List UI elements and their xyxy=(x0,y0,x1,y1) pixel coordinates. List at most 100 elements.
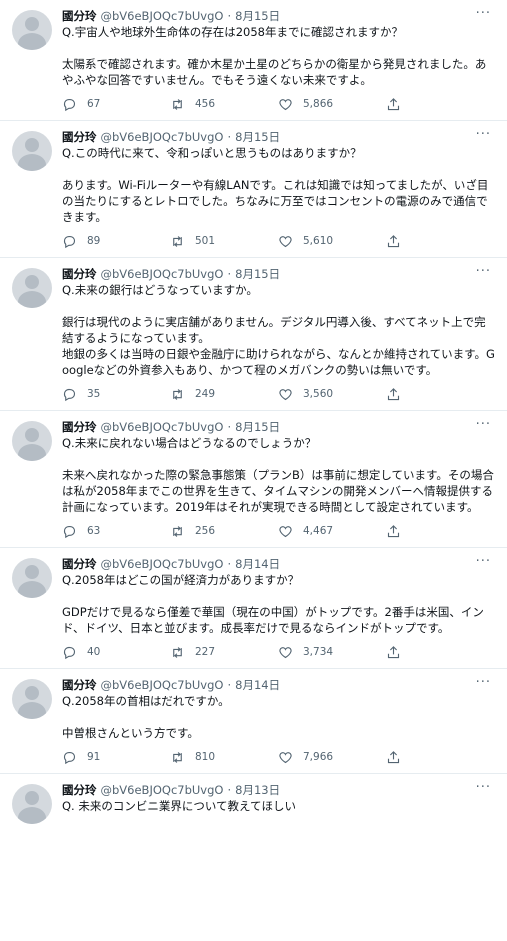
avatar[interactable] xyxy=(12,679,52,719)
question-text: Q.この時代に来て、令和っぽいと思うものはありますか？ xyxy=(62,146,362,160)
retweet-count: 501 xyxy=(195,235,216,247)
tweet-date[interactable]: 8月14日 xyxy=(235,556,280,572)
more-options-icon[interactable]: ··· xyxy=(476,780,491,795)
retweet-icon xyxy=(173,388,182,400)
avatar[interactable] xyxy=(12,131,52,171)
tweet-header: 國分玲 @bV6eBJOQc7bUvgO · 8月15日 xyxy=(62,8,497,24)
avatar[interactable] xyxy=(12,784,52,824)
like-button[interactable]: 3,734 xyxy=(278,645,386,660)
reply-count: 67 xyxy=(87,98,101,110)
like-button[interactable]: 4,467 xyxy=(278,524,386,539)
tweet-date[interactable]: 8月13日 xyxy=(235,782,280,798)
tweet-date[interactable]: 8月15日 xyxy=(235,266,280,282)
share-icon xyxy=(387,234,400,247)
avatar[interactable] xyxy=(12,558,52,598)
user-handle[interactable]: @bV6eBJOQc7bUvgO xyxy=(101,782,224,798)
reply-button[interactable]: 40 xyxy=(62,645,170,660)
tweet-date[interactable]: 8月15日 xyxy=(235,419,280,435)
tweet-header: 國分玲 @bV6eBJOQc7bUvgO · 8月15日 xyxy=(62,266,497,282)
answer-line: 銀行は現代のように実店舗がありません。デジタル円導入後、すべてネット上で完結する… xyxy=(62,315,486,345)
tweet[interactable]: ··· 國分玲 @bV6eBJOQc7bUvgO · 8月14日 Q.2058年… xyxy=(0,548,507,669)
like-count: 3,560 xyxy=(303,388,334,400)
more-options-icon[interactable]: ··· xyxy=(476,417,491,432)
share-button[interactable] xyxy=(386,645,411,660)
reply-icon xyxy=(63,646,76,659)
display-name[interactable]: 國分玲 xyxy=(62,419,97,435)
timeline: ··· 國分玲 @bV6eBJOQc7bUvgO · 8月15日 Q.宇宙人や地… xyxy=(0,0,507,824)
heart-icon xyxy=(279,525,292,537)
avatar[interactable] xyxy=(12,10,52,50)
user-handle[interactable]: @bV6eBJOQc7bUvgO xyxy=(101,266,224,282)
separator-dot: · xyxy=(227,420,232,434)
display-name[interactable]: 國分玲 xyxy=(62,556,97,572)
tweet-date[interactable]: 8月14日 xyxy=(235,677,280,693)
display-name[interactable]: 國分玲 xyxy=(62,266,97,282)
retweet-button[interactable]: 256 xyxy=(170,524,278,539)
question-text: Q.未来の銀行はどうなっていますか。 xyxy=(62,283,258,297)
avatar[interactable] xyxy=(12,268,52,308)
user-handle[interactable]: @bV6eBJOQc7bUvgO xyxy=(101,419,224,435)
more-options-icon[interactable]: ··· xyxy=(476,264,491,279)
reply-count: 63 xyxy=(87,525,101,537)
more-options-icon[interactable]: ··· xyxy=(476,6,491,21)
reply-button[interactable]: 91 xyxy=(62,750,170,765)
tweet[interactable]: ··· 國分玲 @bV6eBJOQc7bUvgO · 8月15日 Q.未来の銀行… xyxy=(0,258,507,411)
tweet-actions: 89 501 5,610 xyxy=(62,231,497,257)
share-button[interactable] xyxy=(386,387,411,402)
like-count: 5,866 xyxy=(303,98,334,110)
tweet-header: 國分玲 @bV6eBJOQc7bUvgO · 8月14日 xyxy=(62,556,497,572)
share-button[interactable] xyxy=(386,750,411,765)
reply-button[interactable]: 67 xyxy=(62,97,170,112)
tweet[interactable]: ··· 國分玲 @bV6eBJOQc7bUvgO · 8月15日 Q.この時代に… xyxy=(0,121,507,258)
tweet-text: Q.2058年の首相はだれですか。 中曽根さんという方です。 xyxy=(62,693,497,741)
share-icon xyxy=(387,750,400,763)
retweet-button[interactable]: 227 xyxy=(170,645,278,660)
tweet[interactable]: ··· 國分玲 @bV6eBJOQc7bUvgO · 8月13日 Q. 未来のコ… xyxy=(0,774,507,824)
like-button[interactable]: 3,560 xyxy=(278,387,386,402)
display-name[interactable]: 國分玲 xyxy=(62,8,97,24)
like-button[interactable]: 5,610 xyxy=(278,234,386,249)
retweet-button[interactable]: 501 xyxy=(170,234,278,249)
reply-button[interactable]: 35 xyxy=(62,387,170,402)
user-handle[interactable]: @bV6eBJOQc7bUvgO xyxy=(101,677,224,693)
user-handle[interactable]: @bV6eBJOQc7bUvgO xyxy=(101,129,224,145)
reply-count: 91 xyxy=(87,751,101,763)
like-count: 5,610 xyxy=(303,235,334,247)
more-options-icon[interactable]: ··· xyxy=(476,554,491,569)
reply-icon xyxy=(63,98,76,111)
display-name[interactable]: 國分玲 xyxy=(62,782,97,798)
like-button[interactable]: 5,866 xyxy=(278,97,386,112)
share-button[interactable] xyxy=(386,234,411,249)
more-options-icon[interactable]: ··· xyxy=(476,127,491,142)
tweet[interactable]: ··· 國分玲 @bV6eBJOQc7bUvgO · 8月15日 Q.未来に戻れ… xyxy=(0,411,507,548)
reply-button[interactable]: 89 xyxy=(62,234,170,249)
share-button[interactable] xyxy=(386,97,411,112)
reply-button[interactable]: 63 xyxy=(62,524,170,539)
avatar[interactable] xyxy=(12,421,52,461)
heart-icon xyxy=(279,751,292,763)
user-handle[interactable]: @bV6eBJOQc7bUvgO xyxy=(101,8,224,24)
retweet-count: 810 xyxy=(195,751,216,763)
heart-icon xyxy=(279,235,292,247)
retweet-button[interactable]: 456 xyxy=(170,97,278,112)
retweet-count: 227 xyxy=(195,646,216,658)
display-name[interactable]: 國分玲 xyxy=(62,677,97,693)
tweet-date[interactable]: 8月15日 xyxy=(235,8,280,24)
like-button[interactable]: 7,966 xyxy=(278,750,386,765)
tweet[interactable]: ··· 國分玲 @bV6eBJOQc7bUvgO · 8月15日 Q.宇宙人や地… xyxy=(0,0,507,121)
retweet-button[interactable]: 249 xyxy=(170,387,278,402)
tweet[interactable]: ··· 國分玲 @bV6eBJOQc7bUvgO · 8月14日 Q.2058年… xyxy=(0,669,507,774)
tweet-header: 國分玲 @bV6eBJOQc7bUvgO · 8月15日 xyxy=(62,419,497,435)
more-options-icon[interactable]: ··· xyxy=(476,675,491,690)
retweet-button[interactable]: 810 xyxy=(170,750,278,765)
separator-dot: · xyxy=(227,267,232,281)
tweet-date[interactable]: 8月15日 xyxy=(235,129,280,145)
share-button[interactable] xyxy=(386,524,411,539)
user-handle[interactable]: @bV6eBJOQc7bUvgO xyxy=(101,556,224,572)
display-name[interactable]: 國分玲 xyxy=(62,129,97,145)
retweet-count: 456 xyxy=(195,98,216,110)
tweet-text: Q.宇宙人や地球外生命体の存在は2058年までに確認されますか？ 太陽系で確認さ… xyxy=(62,24,497,88)
answer-line: 中曽根さんという方です。 xyxy=(62,726,199,740)
answer-text: GDPだけで見るなら僅差で華国（現在の中国）がトップです。2番手は米国、インド、… xyxy=(62,588,497,636)
tweet-actions: 67 456 5,866 xyxy=(62,94,497,120)
